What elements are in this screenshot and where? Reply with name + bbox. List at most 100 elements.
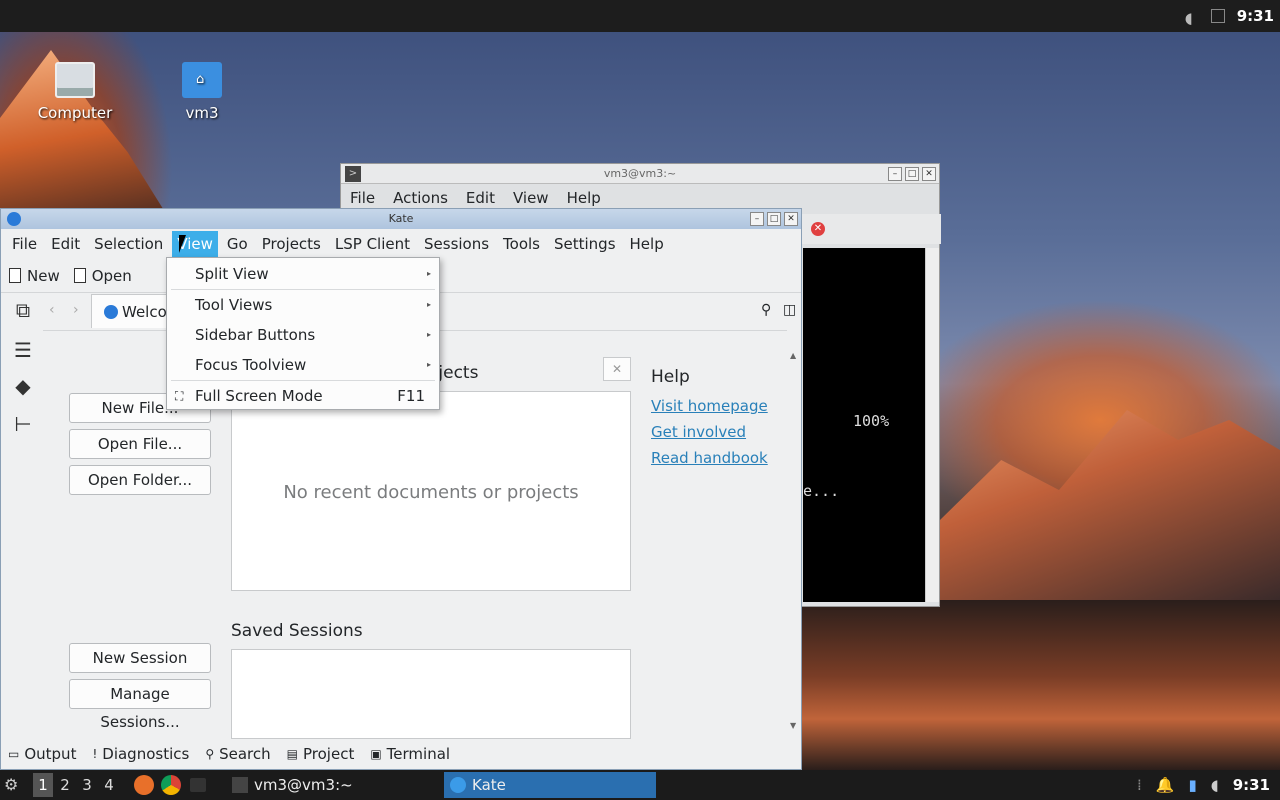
terminal-menu-actions[interactable]: Actions xyxy=(393,189,448,207)
notification-icon[interactable]: 🔔 xyxy=(1156,776,1175,794)
wallpaper-lake xyxy=(800,600,1280,770)
terminal-scrollbar[interactable] xyxy=(925,248,939,602)
menu-item-label: Sidebar Buttons xyxy=(195,326,316,344)
kate-title: Kate xyxy=(388,212,414,225)
split-view-icon[interactable]: ◫ xyxy=(783,302,796,318)
menu-item-split-view[interactable]: Split View ▸ xyxy=(167,260,439,288)
minimize-button[interactable]: – xyxy=(750,212,764,226)
menu-sessions[interactable]: Sessions xyxy=(419,231,494,257)
close-button[interactable]: ✕ xyxy=(922,167,936,181)
menu-item-tool-views[interactable]: Tool Views ▸ xyxy=(167,291,439,319)
task-label: Kate xyxy=(472,776,506,794)
mouse-cursor xyxy=(179,235,186,253)
terminal-screen[interactable]: 100% e... xyxy=(803,248,925,602)
menu-item-label: Focus Toolview xyxy=(195,356,307,374)
close-button[interactable]: ✕ xyxy=(784,212,798,226)
show-desktop-icon[interactable] xyxy=(190,778,206,792)
back-arrow-icon[interactable]: ‹ xyxy=(49,302,55,318)
terminal-tab[interactable]: ✕ xyxy=(801,214,941,244)
maximize-button[interactable]: □ xyxy=(905,167,919,181)
tool-search[interactable]: ⚲ Search xyxy=(205,745,270,763)
menu-item-focus-toolview[interactable]: Focus Toolview ▸ xyxy=(167,351,439,379)
start-menu-icon[interactable]: ⚙ xyxy=(4,775,24,795)
submenu-arrow-icon: ▸ xyxy=(426,269,431,278)
menu-item-sidebar-buttons[interactable]: Sidebar Buttons ▸ xyxy=(167,321,439,349)
menu-go[interactable]: Go xyxy=(222,231,253,257)
git-icon[interactable]: ◆ xyxy=(11,374,35,398)
saved-sessions-heading: Saved Sessions xyxy=(231,621,363,641)
get-involved-link[interactable]: Get involved xyxy=(651,423,768,441)
top-panel: ◖ 9:31 xyxy=(0,0,1280,32)
taskbar-clock[interactable]: 9:31 xyxy=(1233,776,1270,794)
tab-welcome-label: Welcome xyxy=(122,303,167,321)
open-folder-button[interactable]: Open Folder... xyxy=(69,465,211,495)
menu-tools[interactable]: Tools xyxy=(498,231,545,257)
volume-icon[interactable]: ◖ xyxy=(1211,776,1219,794)
scroll-down-icon[interactable]: ▼ xyxy=(790,721,796,730)
open-file-button[interactable]: Open File... xyxy=(69,429,211,459)
terminal-menu-view[interactable]: View xyxy=(513,189,549,207)
taskbar-tray: ⁞ 🔔 ▮ ◖ 9:31 xyxy=(1137,770,1270,800)
workspace-4[interactable]: 4 xyxy=(99,773,119,797)
overflow-icon[interactable]: ⁞ xyxy=(1137,776,1142,794)
workspace-1[interactable]: 1 xyxy=(33,773,53,797)
menu-lsp-client[interactable]: LSP Client xyxy=(330,231,415,257)
menu-help[interactable]: Help xyxy=(625,231,669,257)
pin-icon[interactable]: ⚲ xyxy=(761,302,771,318)
firefox-icon[interactable] xyxy=(134,775,154,795)
tool-project[interactable]: ▤ Project xyxy=(287,745,355,763)
menu-file[interactable]: File xyxy=(7,231,42,257)
forward-arrow-icon[interactable]: › xyxy=(73,302,79,318)
workspace-2[interactable]: 2 xyxy=(55,773,75,797)
recent-empty-message: No recent documents or projects xyxy=(283,482,579,503)
chrome-icon[interactable] xyxy=(161,775,181,795)
menu-settings[interactable]: Settings xyxy=(549,231,621,257)
terminal-menu-file[interactable]: File xyxy=(350,189,375,207)
new-button[interactable]: New xyxy=(9,267,60,285)
computer-icon xyxy=(55,62,95,98)
menu-projects[interactable]: Projects xyxy=(257,231,326,257)
task-kate[interactable]: Kate xyxy=(444,772,656,798)
menu-edit[interactable]: Edit xyxy=(46,231,85,257)
kate-titlebar[interactable]: Kate – □ ✕ xyxy=(1,209,801,229)
manage-sessions-button[interactable]: Manage Sessions... xyxy=(69,679,211,731)
top-clock[interactable]: 9:31 xyxy=(1237,7,1274,25)
tool-output[interactable]: ▭ Output xyxy=(8,745,76,763)
read-handbook-link[interactable]: Read handbook xyxy=(651,449,768,467)
home-folder-icon: ⌂ xyxy=(182,62,222,98)
terminal-menu-edit[interactable]: Edit xyxy=(466,189,495,207)
welcome-scrollbar[interactable]: ▲ ▼ xyxy=(787,349,801,734)
recent-documents-list[interactable]: No recent documents or projects xyxy=(231,391,631,591)
minimize-button[interactable]: – xyxy=(888,167,902,181)
documents-icon[interactable]: ⧉ xyxy=(11,298,35,322)
open-document-icon xyxy=(73,268,86,283)
terminal-menu-help[interactable]: Help xyxy=(567,189,601,207)
usb-icon[interactable]: ▮ xyxy=(1189,776,1197,794)
project-tree-icon[interactable]: ⊢ xyxy=(11,412,35,436)
clear-recent-icon[interactable]: ✕ xyxy=(603,357,631,381)
menu-item-label: Full Screen Mode xyxy=(195,387,323,405)
desktop-icon-home-folder[interactable]: ⌂ vm3 xyxy=(157,62,247,122)
tab-welcome[interactable]: Welcome xyxy=(91,294,167,328)
top-tray: ◖ 9:31 xyxy=(1185,0,1280,32)
tool-output-label: Output xyxy=(24,745,77,763)
tool-diagnostics[interactable]: ! Diagnostics xyxy=(92,745,189,763)
visit-homepage-link[interactable]: Visit homepage xyxy=(651,397,768,415)
menu-selection[interactable]: Selection xyxy=(89,231,168,257)
close-tab-icon[interactable]: ✕ xyxy=(811,222,825,236)
tool-terminal[interactable]: ▣ Terminal xyxy=(370,745,450,763)
window-icon[interactable] xyxy=(1210,9,1225,23)
terminal-titlebar[interactable]: > vm3@vm3:~ – □ ✕ xyxy=(341,164,939,184)
saved-sessions-list[interactable] xyxy=(231,649,631,739)
task-terminal[interactable]: vm3@vm3:~ xyxy=(226,772,436,798)
symbols-list-icon[interactable]: ☰ xyxy=(11,338,35,362)
open-button[interactable]: Open xyxy=(73,266,132,285)
open-button-label: Open xyxy=(91,266,132,285)
maximize-button[interactable]: □ xyxy=(767,212,781,226)
new-session-button[interactable]: New Session xyxy=(69,643,211,673)
workspace-3[interactable]: 3 xyxy=(77,773,97,797)
menu-item-full-screen[interactable]: ⛶ Full Screen Mode F11 xyxy=(167,382,439,410)
speaker-icon[interactable]: ◖ xyxy=(1185,9,1199,27)
desktop-icon-computer[interactable]: Computer xyxy=(30,62,120,122)
scroll-up-icon[interactable]: ▲ xyxy=(790,351,796,360)
